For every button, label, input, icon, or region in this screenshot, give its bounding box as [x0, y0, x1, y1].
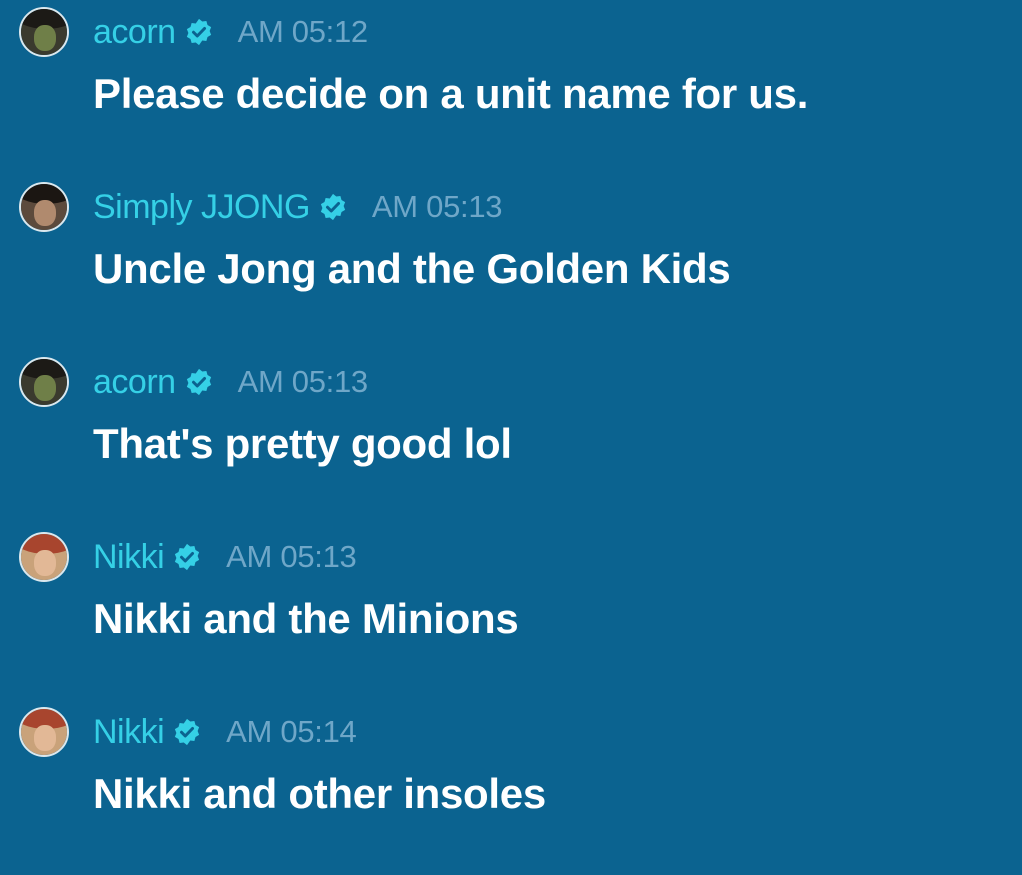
message-timestamp: AM 05:13: [371, 189, 503, 224]
message-header: acorn AM 05:13: [93, 360, 368, 404]
user-avatar[interactable]: [19, 707, 69, 757]
chat-message: Nikki AM 05:14 Nikki and other insoles: [0, 700, 1022, 875]
message-header: Simply JJONG AM 05:13: [93, 185, 503, 229]
user-avatar[interactable]: [19, 182, 69, 232]
message-timestamp: AM 05:14: [226, 714, 357, 749]
chat-message-list: acorn AM 05:12 Please decide on a unit n…: [0, 0, 1022, 835]
message-header: Nikki AM 05:13: [93, 535, 357, 579]
user-avatar[interactable]: [19, 357, 69, 407]
message-text: Nikki and other insoles: [93, 770, 546, 817]
chat-message: acorn AM 05:13 That's pretty good lol: [0, 350, 1022, 525]
message-timestamp: AM 05:13: [237, 364, 369, 399]
username[interactable]: acorn: [93, 363, 176, 402]
username[interactable]: Simply JJONG: [93, 188, 310, 227]
username[interactable]: acorn: [93, 13, 176, 52]
message-timestamp: AM 05:13: [226, 539, 357, 574]
verified-badge-icon: [186, 18, 211, 46]
user-avatar[interactable]: [19, 532, 69, 582]
username[interactable]: Nikki: [93, 713, 165, 752]
verified-badge-icon: [175, 543, 200, 571]
message-timestamp: AM 05:12: [237, 14, 369, 49]
verified-badge-icon: [186, 368, 211, 396]
chat-message: Simply JJONG AM 05:13 Uncle Jong and the…: [0, 175, 1022, 350]
message-text: Uncle Jong and the Golden Kids: [93, 245, 731, 292]
message-text: That's pretty good lol: [93, 420, 512, 467]
message-text: Nikki and the Minions: [93, 595, 519, 642]
verified-badge-icon: [175, 718, 200, 746]
user-avatar[interactable]: [19, 7, 69, 57]
chat-message: Nikki AM 05:13 Nikki and the Minions: [0, 525, 1022, 700]
message-text: Please decide on a unit name for us.: [93, 70, 809, 117]
username[interactable]: Nikki: [93, 538, 165, 577]
verified-badge-icon: [320, 193, 346, 221]
message-header: Nikki AM 05:14: [93, 710, 357, 754]
message-header: acorn AM 05:12: [93, 10, 368, 54]
chat-message: acorn AM 05:12 Please decide on a unit n…: [0, 0, 1022, 175]
